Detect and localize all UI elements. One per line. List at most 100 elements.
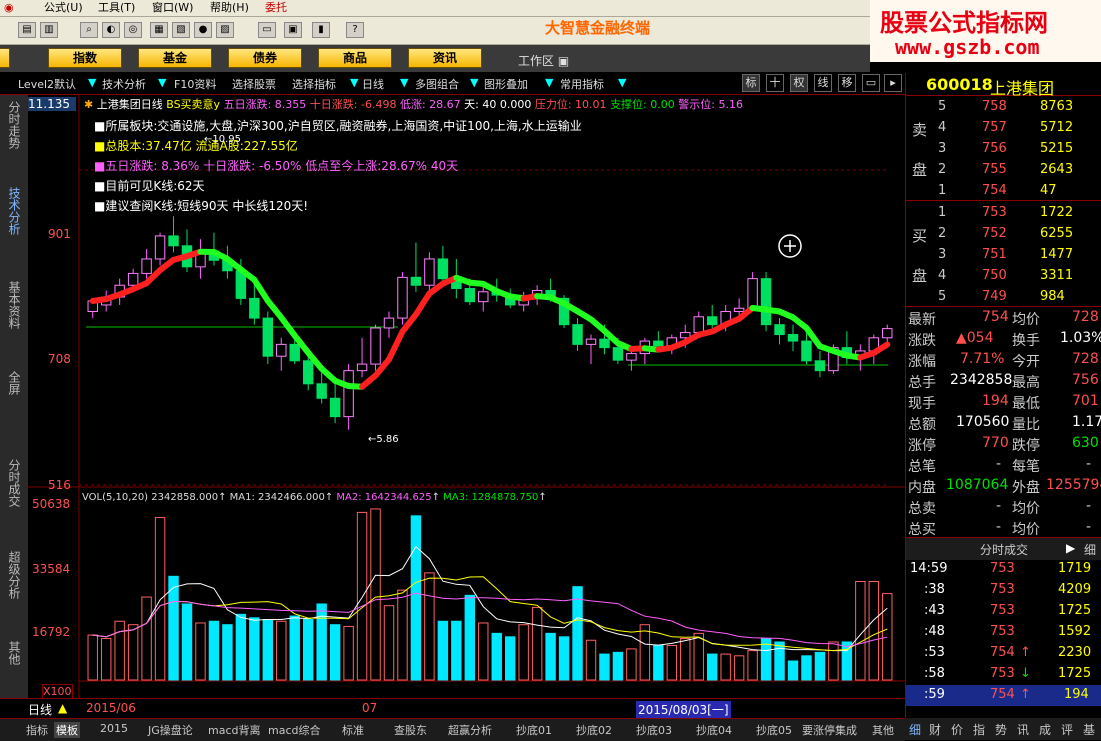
nav-index[interactable]: 指数	[48, 48, 122, 68]
btn-rights[interactable]: 权	[790, 74, 808, 92]
chevron-down-icon[interactable]: ▼	[158, 76, 166, 89]
tab-bottom04[interactable]: 抄底04	[696, 722, 732, 738]
binoculars-icon[interactable]: ⌕	[80, 22, 98, 38]
func-tech[interactable]: 技术分析	[102, 76, 146, 92]
nav-commodity[interactable]: 商品	[318, 48, 392, 68]
func-multi-chart[interactable]: 多图组合	[415, 76, 459, 92]
chevron-down-icon[interactable]: ▼	[400, 76, 408, 89]
trade-row[interactable]: :387534209	[906, 580, 1101, 601]
func-common-indicators[interactable]: 常用指标	[560, 76, 604, 92]
tab-tech-analysis[interactable]: 技术分析	[4, 187, 24, 238]
rtab-indicator[interactable]: 指	[973, 721, 985, 738]
func-select-stock[interactable]: 选择股票	[232, 76, 276, 92]
trade-row-selected[interactable]: :59754↑194	[906, 685, 1101, 706]
tab-bottom03[interactable]: 抄底03	[636, 722, 672, 738]
toolbar-icon-1[interactable]: ▤	[18, 22, 36, 38]
rtab-fund[interactable]: 基	[1083, 721, 1095, 738]
window-restore-icon[interactable]: ▭	[862, 74, 880, 92]
tab-jg[interactable]: JG操盘论	[148, 722, 193, 738]
menu-entrust[interactable]: 委托	[265, 0, 287, 16]
tab-fullscreen[interactable]: 全屏	[4, 371, 24, 398]
tab-bottom02[interactable]: 抄底02	[576, 722, 612, 738]
tab-template[interactable]: 模板	[54, 722, 80, 738]
ask-row[interactable]: 175447	[906, 181, 1101, 202]
bid-row[interactable]: 17531722	[906, 203, 1101, 224]
nav-news[interactable]: 资讯	[408, 48, 482, 68]
tab-intraday-trades[interactable]: 分时成交	[4, 459, 24, 510]
tab-super-analysis[interactable]: 超级分析	[4, 551, 24, 602]
rtab-trend[interactable]: 势	[995, 721, 1007, 738]
chevron-down-icon[interactable]: ▼	[545, 76, 553, 89]
tab-other-bottom[interactable]: 其他	[872, 722, 894, 738]
toolbar-icon-9[interactable]: ▭	[258, 22, 276, 38]
rtab-deal[interactable]: 成	[1039, 721, 1051, 738]
bid-row[interactable]: 37511477	[906, 245, 1101, 266]
trade-row[interactable]: :487531592	[906, 622, 1101, 643]
tab-other[interactable]: 其他	[4, 641, 24, 668]
tab-super-win[interactable]: 超赢分析	[448, 722, 492, 738]
func-overlay[interactable]: 图形叠加	[484, 76, 528, 92]
chart-area[interactable]: 11.135 901 708 516 ✱ 上港集团日线 BS买卖意y 五日涨跌:…	[28, 95, 905, 698]
toolbar-icon-4[interactable]: ◎	[124, 22, 142, 38]
btn-line[interactable]: 线	[814, 74, 832, 92]
ask-row[interactable]: 37565215	[906, 139, 1101, 160]
func-f10[interactable]: F10资料	[174, 76, 216, 92]
func-level2[interactable]: Level2默认	[18, 76, 76, 92]
ask-row[interactable]: 57588763	[906, 97, 1101, 118]
bid-row[interactable]: 5749984	[906, 287, 1101, 308]
btn-mark[interactable]: 标	[742, 74, 760, 92]
rtab-price[interactable]: 价	[951, 721, 963, 738]
rtab-news[interactable]: 讯	[1017, 721, 1029, 738]
func-select-indicator[interactable]: 选择指标	[292, 76, 336, 92]
trades-detail[interactable]: 细	[1084, 541, 1096, 558]
menu-help[interactable]: 帮助(H)	[210, 0, 249, 16]
rtab-review[interactable]: 评	[1061, 721, 1073, 738]
rtab-finance[interactable]: 财	[929, 721, 941, 738]
tab-2015[interactable]: 2015	[100, 722, 128, 735]
trade-row[interactable]: :58753↓1725	[906, 664, 1101, 685]
workzone-dropdown[interactable]: 工作区 ▣	[518, 52, 569, 69]
btn-move[interactable]: 移	[838, 74, 856, 92]
btn-cross[interactable]: 十	[766, 74, 784, 92]
chevron-down-icon[interactable]: ▼	[350, 76, 358, 89]
menu-window[interactable]: 窗口(W)	[152, 0, 193, 16]
tab-limit-up[interactable]: 要涨停集成	[802, 722, 857, 738]
nav-bond[interactable]: 债券	[228, 48, 302, 68]
menu-formula[interactable]: 公式(U)	[44, 0, 83, 16]
toolbar-icon-2[interactable]: ▥	[40, 22, 58, 38]
toolbar-icon-10[interactable]: ▣	[284, 22, 302, 38]
nav-report[interactable]: 报	[0, 48, 10, 68]
toolbar-icon-5[interactable]: ▦	[150, 22, 168, 38]
toolbar-icon-8[interactable]: ▨	[216, 22, 234, 38]
triangle-right-icon[interactable]: ▶	[1066, 541, 1075, 555]
tab-intraday[interactable]: 分时走势	[4, 101, 24, 152]
toolbar-icon-6[interactable]: ▧	[172, 22, 190, 38]
tab-shareholders[interactable]: 查股东	[394, 722, 427, 738]
nav-fund[interactable]: 基金	[138, 48, 212, 68]
toolbar-icon-11[interactable]: ▮	[312, 22, 330, 38]
trade-row[interactable]: 14:597531719	[906, 559, 1101, 580]
bid-row[interactable]: 27526255	[906, 224, 1101, 245]
tab-macd-div[interactable]: macd背离	[208, 722, 261, 738]
rtab-detail[interactable]: 细	[909, 721, 921, 738]
ask-row[interactable]: 47575712	[906, 118, 1101, 139]
help-cursor-icon[interactable]: ?	[346, 22, 364, 38]
bid-row[interactable]: 47503311	[906, 266, 1101, 287]
chevron-down-icon[interactable]: ▼	[618, 76, 626, 89]
tab-basic-info[interactable]: 基本资料	[4, 281, 24, 332]
menu-tools[interactable]: 工具(T)	[98, 0, 135, 16]
toolbar-icon-3[interactable]: ◐	[102, 22, 120, 38]
tab-bottom05[interactable]: 抄底05	[756, 722, 792, 738]
period-arrow-icon[interactable]: ▲	[58, 701, 67, 715]
trade-row[interactable]: :437531725	[906, 601, 1101, 622]
chevron-down-icon[interactable]: ▼	[88, 76, 96, 89]
ask-row[interactable]: 27552643	[906, 160, 1101, 181]
toolbar-icon-7[interactable]: ●	[194, 22, 212, 38]
chevron-down-icon[interactable]: ▼	[470, 76, 478, 89]
tab-bottom01[interactable]: 抄底01	[516, 722, 552, 738]
tab-standard[interactable]: 标准	[342, 722, 364, 738]
panel-toggle-icon[interactable]: ▸	[884, 74, 902, 92]
trade-row[interactable]: :53754↑2230	[906, 643, 1101, 664]
tab-indicator[interactable]: 指标	[26, 722, 48, 738]
tab-macd-combo[interactable]: macd综合	[268, 722, 321, 738]
